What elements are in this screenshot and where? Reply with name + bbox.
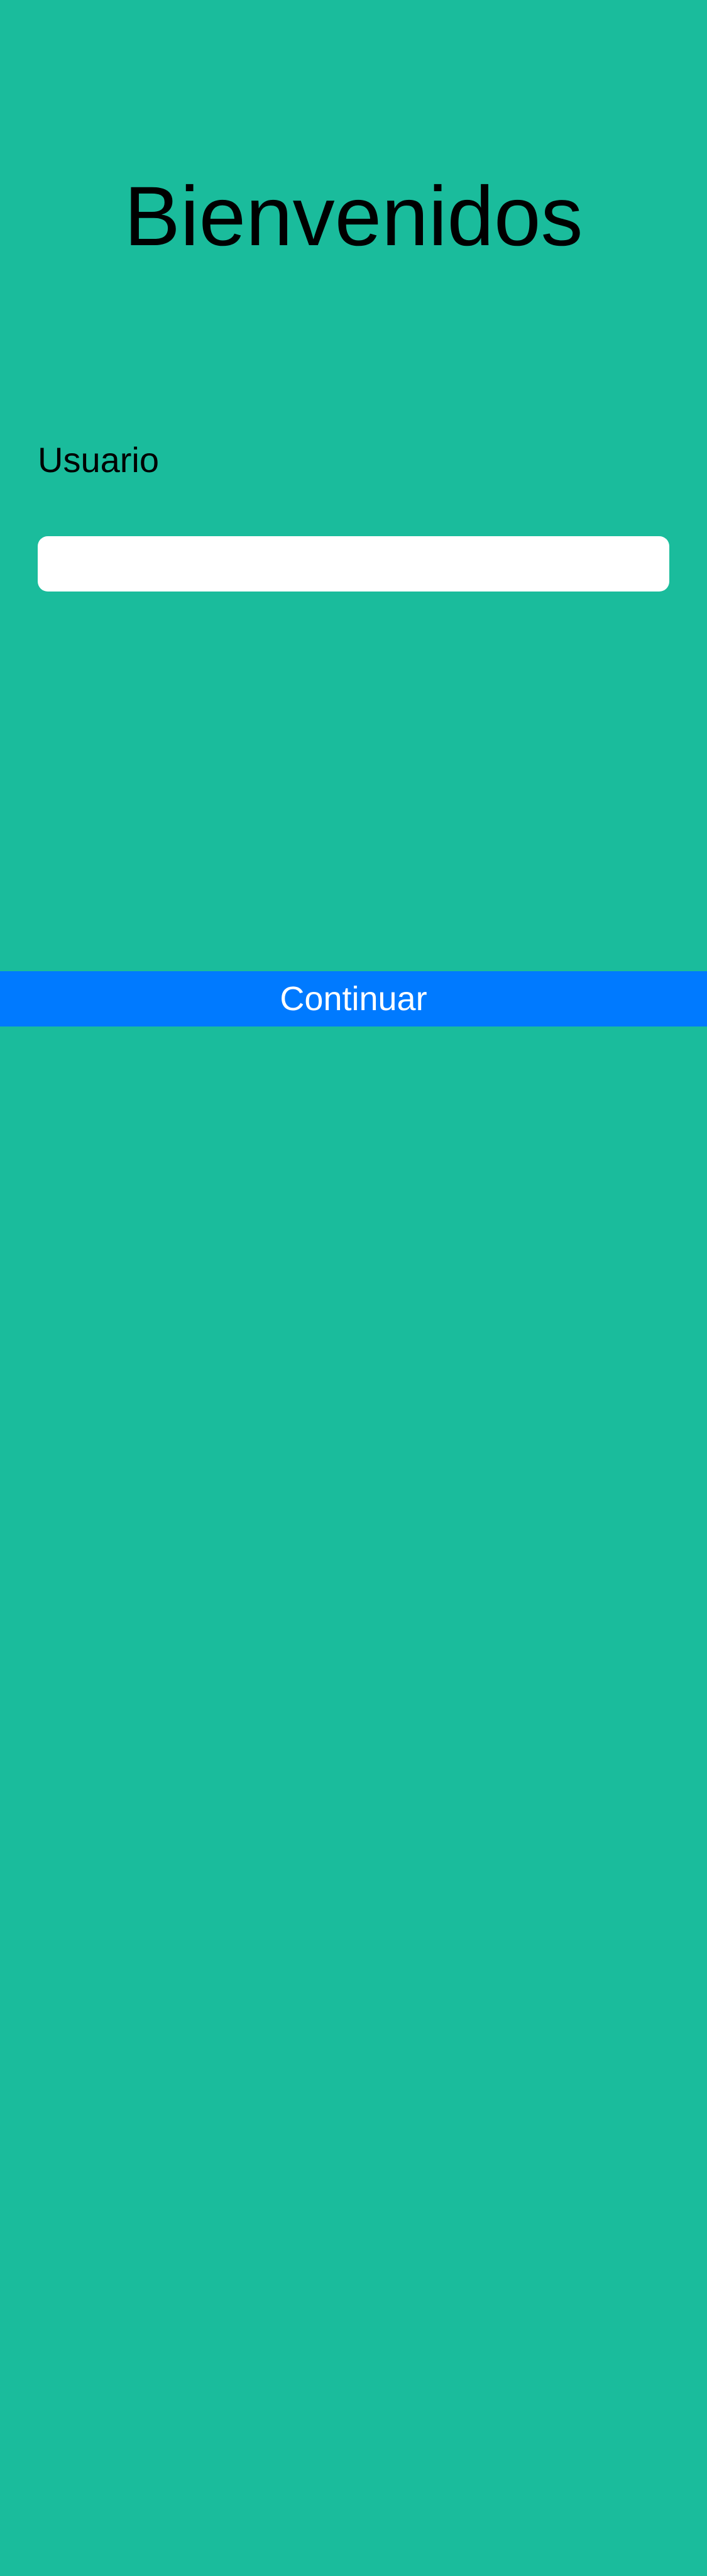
username-input[interactable]: [38, 536, 669, 592]
continue-button[interactable]: Continuar: [0, 971, 707, 1027]
welcome-screen: Bienvenidos Usuario Continuar: [0, 0, 707, 2576]
username-label: Usuario: [38, 440, 159, 480]
welcome-title: Bienvenidos: [124, 170, 583, 263]
